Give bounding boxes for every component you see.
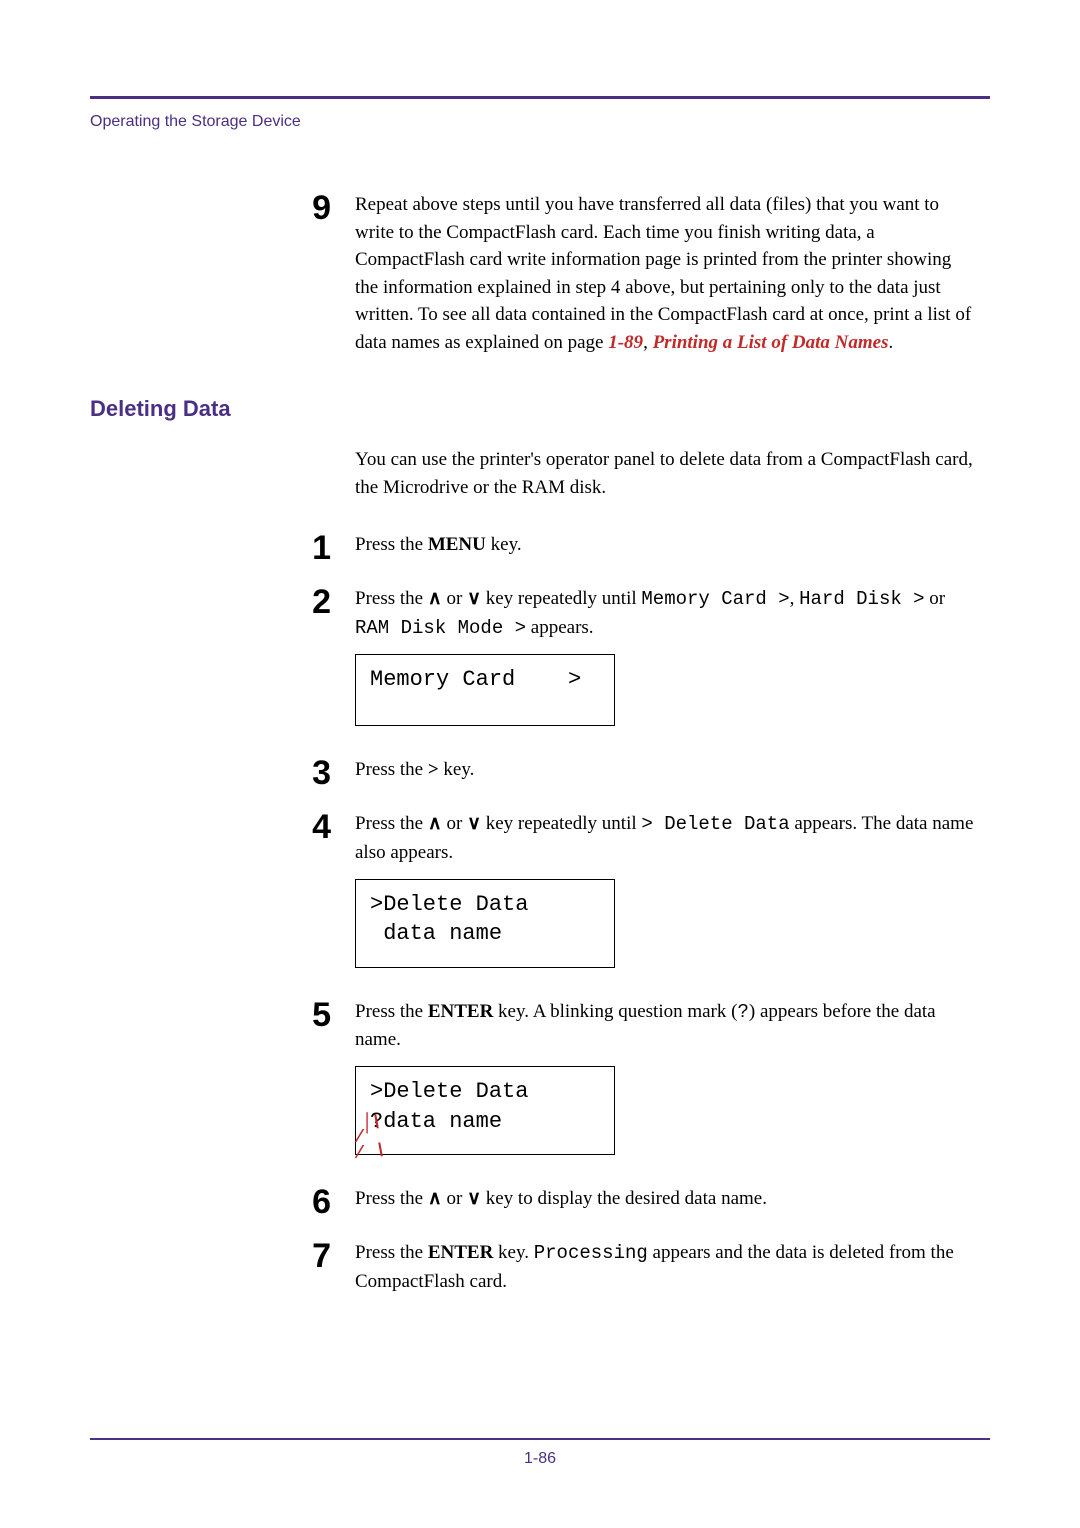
step-number-9: 9 — [312, 189, 331, 227]
page-ref-link[interactable]: 1-89 — [608, 332, 643, 353]
down-arrow-icon: ∨ — [467, 813, 481, 834]
footer-rule — [90, 1438, 990, 1440]
step-1-text: Press the MENU key. — [355, 531, 975, 565]
step-9-text: Repeat above steps until you have transf… — [355, 191, 975, 356]
step-number-1: 1 — [312, 529, 331, 567]
up-arrow-icon: ∧ — [428, 588, 442, 609]
step-3: 3 Press the > key. — [90, 756, 990, 790]
step-4: 4 Press the ∧ or ∨ key repeatedly until … — [90, 810, 990, 977]
top-rule — [90, 96, 990, 99]
running-head: Operating the Storage Device — [90, 113, 990, 131]
step-5-text: Press the ENTER key. A blinking question… — [355, 998, 975, 1165]
page: Operating the Storage Device 9 Repeat ab… — [0, 0, 1080, 1528]
section-title: Deleting Data — [90, 396, 990, 422]
step-6-text: Press the ∧ or ∨ key to display the desi… — [355, 1185, 975, 1219]
up-arrow-icon: ∧ — [428, 1188, 442, 1209]
step-7-text: Press the ENTER key. Processing appears … — [355, 1239, 975, 1295]
lcd-display-2: >Delete Data data name — [355, 879, 615, 968]
step-number-6: 6 — [312, 1183, 331, 1221]
step-9: 9 Repeat above steps until you have tran… — [90, 191, 990, 356]
step-2: 2 Press the ∧ or ∨ key repeatedly until … — [90, 585, 990, 736]
step-5: 5 Press the ENTER key. A blinking questi… — [90, 998, 990, 1165]
lcd-display-1: Memory Card > — [355, 654, 615, 726]
step-number-3: 3 — [312, 754, 331, 792]
page-footer: 1-86 — [90, 1438, 990, 1468]
down-arrow-icon: ∨ — [467, 588, 481, 609]
step-3-text: Press the > key. — [355, 756, 975, 790]
down-arrow-icon: ∨ — [467, 1188, 481, 1209]
step-number-4: 4 — [312, 808, 331, 846]
step-4-text: Press the ∧ or ∨ key repeatedly until > … — [355, 810, 975, 977]
step-number-5: 5 — [312, 996, 331, 1034]
step-2-text: Press the ∧ or ∨ key repeatedly until Me… — [355, 585, 975, 736]
lcd-display-3: >Delete Data ?data name׀⁄\⁄\ — [355, 1066, 615, 1155]
step-1: 1 Press the MENU key. — [90, 531, 990, 565]
crossref-link[interactable]: Printing a List of Data Names — [653, 332, 889, 353]
step-number-7: 7 — [312, 1237, 331, 1275]
step-number-2: 2 — [312, 583, 331, 621]
page-number: 1-86 — [90, 1450, 990, 1468]
up-arrow-icon: ∧ — [428, 813, 442, 834]
section-intro: You can use the printer's operator panel… — [355, 446, 975, 501]
step-6: 6 Press the ∧ or ∨ key to display the de… — [90, 1185, 990, 1219]
step-7: 7 Press the ENTER key. Processing appear… — [90, 1239, 990, 1295]
